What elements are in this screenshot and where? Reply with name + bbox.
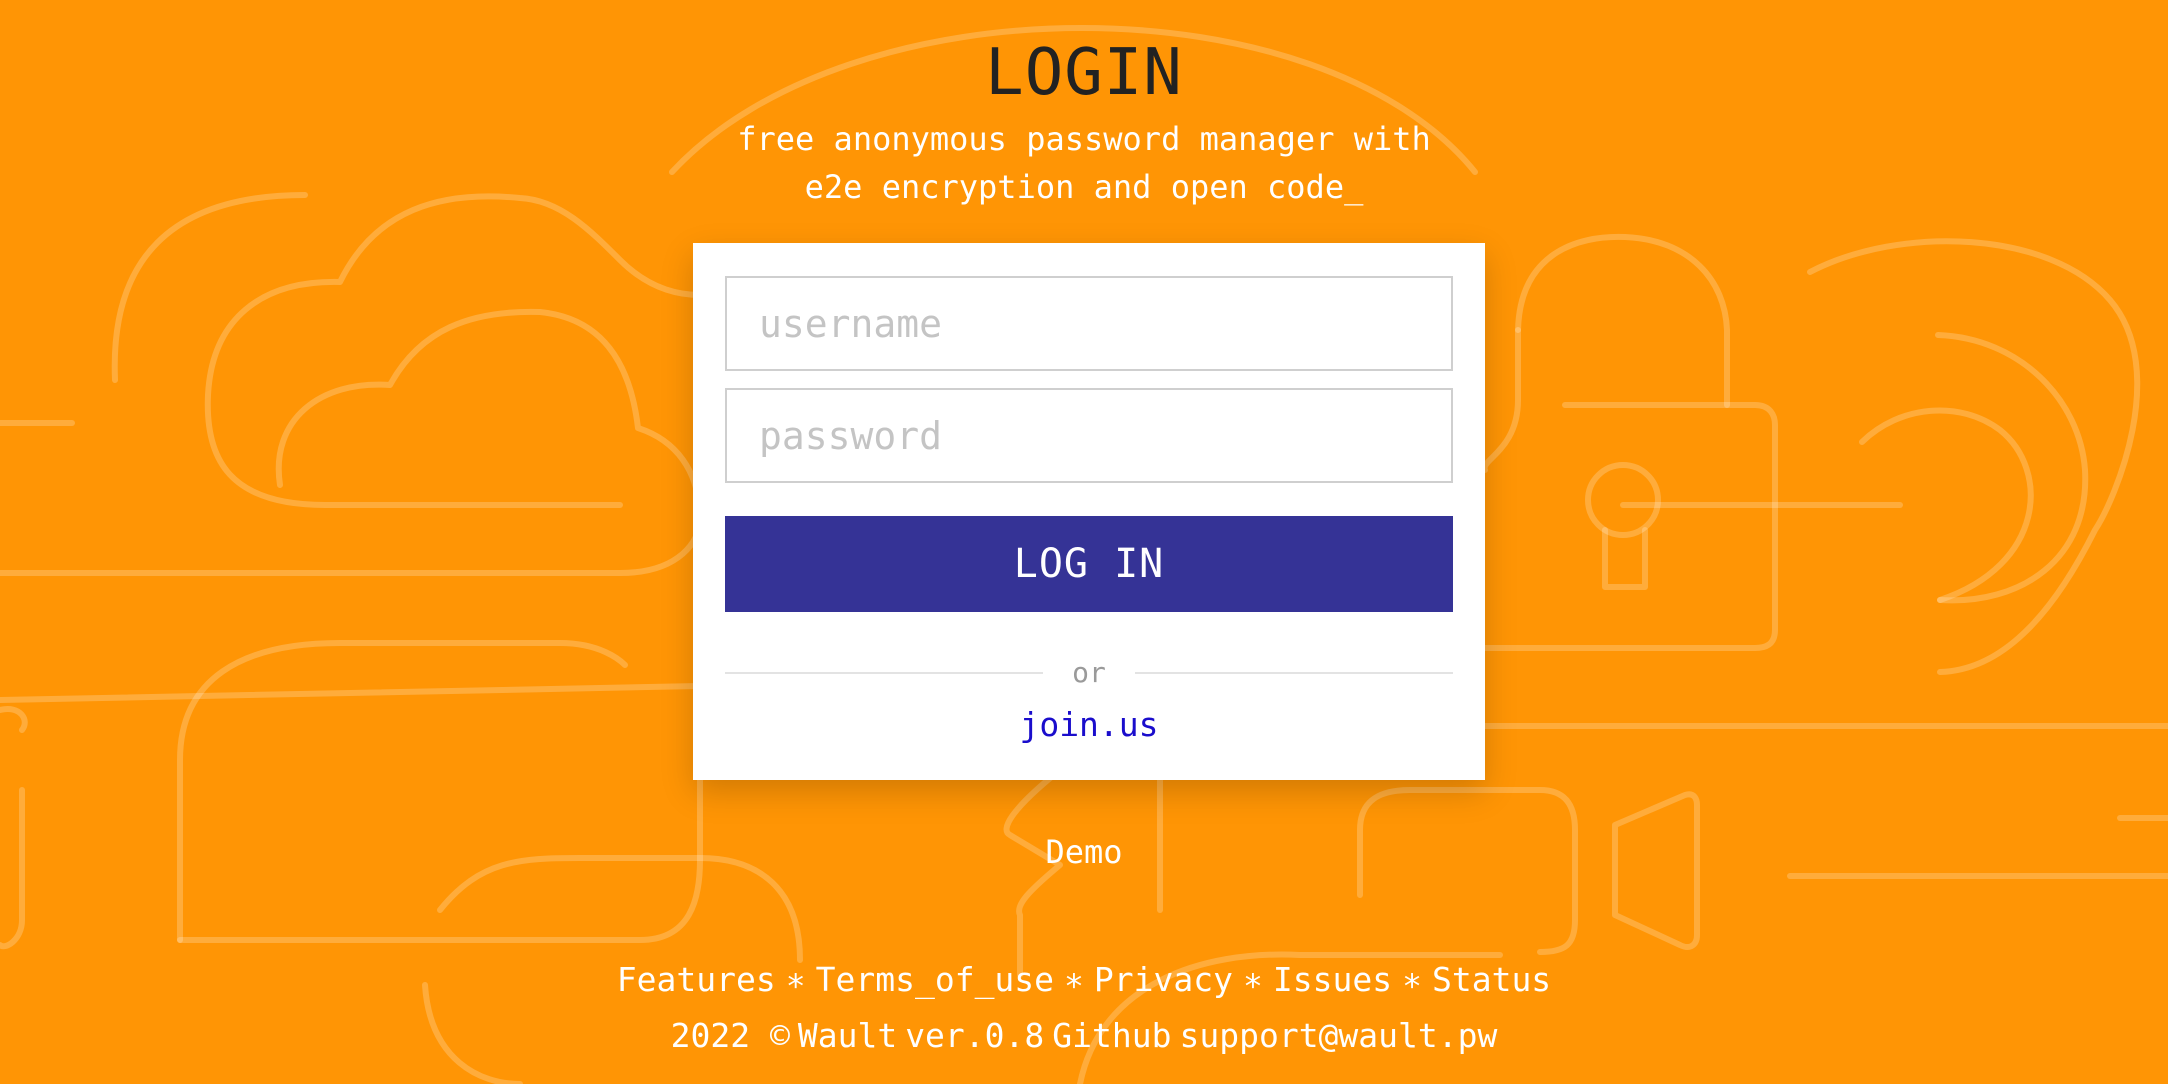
- footer-separator: ∗: [1064, 960, 1084, 999]
- support-email-link[interactable]: support@wault.pw: [1179, 1016, 1497, 1055]
- login-button[interactable]: LOG IN: [725, 516, 1453, 612]
- tagline-line-1: free anonymous password manager with: [737, 120, 1431, 158]
- demo-link[interactable]: Demo: [0, 830, 2168, 874]
- footer-link-privacy[interactable]: Privacy: [1094, 960, 1233, 999]
- version-text: ver.0.8: [905, 1016, 1045, 1055]
- footer-separator: ∗: [785, 960, 806, 999]
- divider-line-right: [1135, 672, 1453, 674]
- github-link[interactable]: Github: [1052, 1016, 1171, 1055]
- footer-links: Features ∗ Terms_of_use ∗ Privacy ∗ Issues ∗ Sta…: [0, 958, 2168, 1002]
- page-title: LOGIN: [985, 36, 1183, 110]
- username-input[interactable]: [725, 276, 1453, 371]
- password-input[interactable]: [725, 388, 1453, 483]
- footer-link-features[interactable]: Features: [617, 960, 776, 999]
- footer-separator: ∗: [1402, 960, 1422, 999]
- footer-link-terms[interactable]: Terms_of_use: [816, 960, 1054, 999]
- join-link[interactable]: join.us: [693, 703, 1485, 747]
- login-card: LOG IN or join.us: [693, 243, 1485, 780]
- tagline-line-2: e2e encryption and open code_: [804, 168, 1364, 206]
- footer-meta: 2022 © Wault ver.0.8 Github support@wault.pw: [0, 1014, 2168, 1058]
- copyright-text: 2022 ©: [670, 1016, 790, 1055]
- or-divider: or: [725, 653, 1453, 693]
- footer-link-issues[interactable]: Issues: [1273, 960, 1392, 999]
- footer-separator: ∗: [1243, 960, 1263, 999]
- brand-name: Wault: [797, 1016, 898, 1055]
- footer-link-status[interactable]: Status: [1432, 960, 1551, 999]
